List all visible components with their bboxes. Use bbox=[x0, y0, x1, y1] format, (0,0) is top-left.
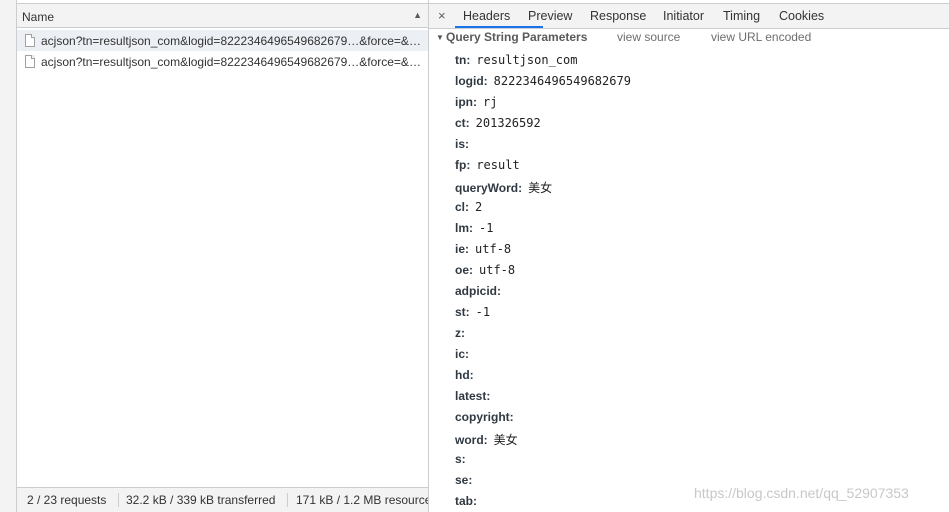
request-row[interactable]: acjson?tn=resultjson_com&logid=822234649… bbox=[17, 51, 428, 72]
transferred-size: 32.2 kB / 339 kB transferred bbox=[126, 493, 276, 507]
query-param-row: ic: bbox=[455, 347, 475, 365]
status-divider bbox=[287, 493, 288, 507]
query-param-row: hd: bbox=[455, 368, 480, 386]
param-key: latest: bbox=[455, 389, 491, 403]
param-key: ipn: bbox=[455, 95, 477, 109]
param-key: logid: bbox=[455, 74, 488, 88]
param-value: 201326592 bbox=[475, 116, 541, 130]
param-key: tab: bbox=[455, 494, 477, 508]
query-param-row: se: bbox=[455, 473, 478, 491]
query-param-row: adpicid: bbox=[455, 284, 507, 302]
query-param-row: tn: resultjson_com bbox=[455, 53, 577, 71]
query-param-row: queryWord: 美女 bbox=[455, 179, 552, 197]
param-value: rj bbox=[483, 95, 498, 109]
param-value: -1 bbox=[479, 221, 494, 235]
param-key: tn: bbox=[455, 53, 471, 67]
query-param-row: copyright: bbox=[455, 410, 520, 428]
param-key: word: bbox=[455, 433, 488, 447]
query-param-row: st: -1 bbox=[455, 305, 490, 323]
left-gutter bbox=[0, 0, 17, 512]
request-name: acjson?tn=resultjson_com&logid=822234649… bbox=[41, 55, 421, 69]
query-param-row: ct: 201326592 bbox=[455, 116, 541, 134]
query-param-row: ie: utf-8 bbox=[455, 242, 511, 260]
active-tab-indicator bbox=[455, 26, 543, 28]
param-key: ie: bbox=[455, 242, 470, 256]
collapse-triangle-icon[interactable]: ▼ bbox=[436, 33, 444, 42]
param-value: utf-8 bbox=[479, 263, 516, 277]
request-name: acjson?tn=resultjson_com&logid=822234649… bbox=[41, 34, 421, 48]
query-param-row: lm: -1 bbox=[455, 221, 493, 239]
tab-preview[interactable]: Preview bbox=[528, 9, 572, 23]
param-value: 8222346496549682679 bbox=[493, 74, 631, 88]
document-icon bbox=[25, 55, 35, 68]
tab-initiator[interactable]: Initiator bbox=[663, 9, 704, 23]
param-key: se: bbox=[455, 473, 473, 487]
param-value: result bbox=[476, 158, 520, 172]
param-key: adpicid: bbox=[455, 284, 502, 298]
sort-ascending-icon[interactable]: ▲ bbox=[413, 10, 422, 20]
query-param-row: logid: 8222346496549682679 bbox=[455, 74, 631, 92]
name-column-label: Name bbox=[22, 10, 55, 24]
query-param-row: oe: utf-8 bbox=[455, 263, 515, 281]
watermark: https://blog.csdn.net/qq_52907353 bbox=[694, 485, 909, 501]
query-param-row: is: bbox=[455, 137, 475, 155]
param-key: s: bbox=[455, 452, 466, 466]
param-key: ct: bbox=[455, 116, 470, 130]
request-row[interactable]: acjson?tn=resultjson_com&logid=822234649… bbox=[17, 30, 428, 51]
document-icon bbox=[25, 34, 35, 47]
query-param-row: tab: bbox=[455, 494, 483, 512]
section-title: Query String Parameters bbox=[446, 30, 588, 44]
param-value: utf-8 bbox=[475, 242, 512, 256]
tab-response[interactable]: Response bbox=[590, 9, 646, 23]
param-key: lm: bbox=[455, 221, 473, 235]
param-key: st: bbox=[455, 305, 470, 319]
resources-size: 171 kB / 1.2 MB resources bbox=[296, 493, 428, 507]
tab-timing[interactable]: Timing bbox=[723, 9, 760, 23]
param-value: 美女 bbox=[528, 181, 553, 195]
query-param-row: cl: 2 bbox=[455, 200, 482, 218]
param-key: queryWord: bbox=[455, 181, 523, 195]
param-value: 美女 bbox=[493, 433, 518, 447]
param-key: fp: bbox=[455, 158, 471, 172]
param-key: oe: bbox=[455, 263, 473, 277]
param-key: z: bbox=[455, 326, 465, 340]
param-key: ic: bbox=[455, 347, 470, 361]
query-param-row: s: bbox=[455, 452, 472, 470]
param-key: copyright: bbox=[455, 410, 514, 424]
query-param-row: word: 美女 bbox=[455, 431, 518, 449]
param-key: is: bbox=[455, 137, 470, 151]
request-count: 2 / 23 requests bbox=[27, 493, 107, 507]
param-key: hd: bbox=[455, 368, 474, 382]
status-divider bbox=[118, 493, 119, 507]
query-param-row: latest: bbox=[455, 389, 496, 407]
query-string-section-header[interactable]: ▼ Query String Parameters view source vi… bbox=[436, 30, 936, 46]
tab-cookies[interactable]: Cookies bbox=[779, 9, 824, 23]
view-source-link[interactable]: view source bbox=[617, 30, 680, 44]
query-param-row: ipn: rj bbox=[455, 95, 497, 113]
param-key: cl: bbox=[455, 200, 470, 214]
view-url-encoded-link[interactable]: view URL encoded bbox=[711, 30, 811, 44]
network-status-bar: 2 / 23 requests 32.2 kB / 339 kB transfe… bbox=[17, 487, 428, 512]
query-param-row: fp: result bbox=[455, 158, 520, 176]
query-param-row: z: bbox=[455, 326, 471, 344]
tab-headers[interactable]: Headers bbox=[463, 9, 510, 23]
param-value: 2 bbox=[475, 200, 483, 214]
close-icon[interactable]: × bbox=[438, 8, 446, 23]
details-tab-bar: × Headers Preview Response Initiator Tim… bbox=[429, 3, 949, 29]
param-value: -1 bbox=[475, 305, 491, 319]
param-value: resultjson_com bbox=[476, 53, 578, 67]
request-details-pane: × Headers Preview Response Initiator Tim… bbox=[429, 0, 949, 512]
name-column-header[interactable]: Name ▲ bbox=[17, 3, 428, 28]
request-list-pane: Name ▲ acjson?tn=resultjson_com&logid=82… bbox=[17, 0, 429, 512]
